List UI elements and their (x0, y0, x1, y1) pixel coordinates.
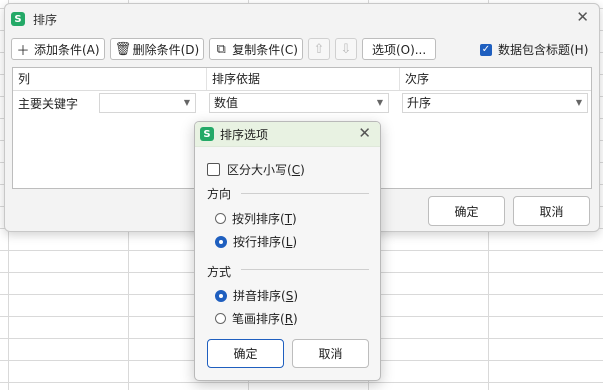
arrow-up-icon: ⇧ (313, 41, 325, 57)
direction-divider (241, 193, 369, 194)
copy-condition-label: 复制条件(C) (232, 42, 298, 57)
sort-by-column-key: T (284, 212, 293, 226)
arrow-down-icon: ⇩ (340, 41, 352, 57)
pinyin-sort-end: ) (293, 289, 298, 303)
stroke-sort-text: 笔画排序( (232, 312, 285, 326)
case-label-text: 区分大小写( (227, 163, 292, 177)
copy-condition-button[interactable]: ⧉ 复制条件(C) (209, 38, 303, 60)
case-sensitive-label: 区分大小写(C) (227, 161, 305, 178)
sort-options-titlebar: S 排序选项 ✕ (195, 122, 380, 147)
options-cancel-label: 取消 (318, 347, 343, 361)
ok-label: 确定 (454, 204, 479, 219)
order-select[interactable]: 升序 ▼ (402, 93, 588, 113)
chevron-down-icon: ▼ (575, 98, 582, 107)
header-checkbox-label: 数据包含标题(H) (498, 43, 589, 57)
column-header-order: 次序 (399, 68, 591, 90)
delete-condition-label: 删除条件(D) (132, 42, 200, 57)
stroke-sort-end: ) (293, 312, 298, 326)
options-cancel-button[interactable]: 取消 (292, 339, 369, 368)
copy-icon: ⧉ (216, 41, 226, 57)
sort-by-column-end: ) (292, 212, 297, 226)
stroke-sort-key: R (284, 312, 294, 326)
options-ok-label: 确定 (233, 347, 258, 361)
options-ok-button[interactable]: 确定 (207, 339, 284, 368)
move-up-button[interactable]: ⇧ (307, 38, 330, 60)
trash-icon: 🗑 (114, 41, 132, 57)
table-row: 主要关键字 ▼ 数值 ▼ 升序 ▼ (13, 91, 591, 115)
app-logo-icon: S (11, 12, 25, 26)
sort-by-column-option[interactable]: 按列排序(T) (215, 210, 297, 227)
header-checkbox[interactable]: ✓ (480, 43, 492, 56)
stroke-sort-radio[interactable] (215, 313, 226, 324)
cancel-label: 取消 (539, 204, 564, 219)
sort-toolbar: ＋ 添加条件(A) 🗑 删除条件(D) ⧉ 复制条件(C) ⇧ ⇩ 选项(O).… (11, 37, 441, 61)
pinyin-sort-radio[interactable] (215, 289, 227, 302)
case-sensitive-row[interactable]: 区分大小写(C) (207, 161, 305, 178)
sort-by-row-label: 按行排序(L) (233, 233, 297, 250)
sort-options-title: 排序选项 (220, 127, 269, 142)
cancel-button[interactable]: 取消 (513, 196, 590, 226)
order-value: 升序 (407, 96, 432, 110)
primary-key-label: 主要关键字 (18, 96, 79, 111)
stroke-sort-option[interactable]: 笔画排序(R) (215, 310, 298, 327)
direction-section-title: 方向 (207, 187, 232, 201)
sort-dialog-titlebar: S 排序 (11, 9, 57, 29)
case-accel-key: C (291, 163, 301, 177)
sort-by-row-end: ) (292, 235, 298, 249)
pinyin-sort-option[interactable]: 拼音排序(S) (215, 287, 298, 304)
pinyin-sort-text: 拼音排序( (233, 289, 286, 303)
chevron-down-icon: ▼ (376, 98, 383, 107)
add-condition-button[interactable]: ＋ 添加条件(A) (11, 38, 105, 60)
pinyin-sort-label: 拼音排序(S) (233, 287, 298, 304)
case-label-end: ) (300, 163, 305, 177)
close-icon[interactable]: ✕ (358, 124, 371, 142)
app-logo-icon: S (200, 127, 214, 141)
sort-by-row-option[interactable]: 按行排序(L) (215, 233, 297, 250)
ok-button[interactable]: 确定 (428, 196, 505, 226)
column-select[interactable]: ▼ (99, 93, 196, 113)
sort-on-select[interactable]: 数值 ▼ (209, 93, 389, 113)
chevron-down-icon: ▼ (183, 98, 190, 107)
stroke-sort-label: 笔画排序(R) (232, 310, 298, 327)
sort-on-value: 数值 (214, 96, 239, 110)
close-icon[interactable]: ✕ (576, 8, 589, 26)
method-divider (241, 269, 369, 270)
case-sensitive-checkbox[interactable] (207, 163, 220, 176)
delete-condition-button[interactable]: 🗑 删除条件(D) (109, 38, 205, 60)
method-section-title: 方式 (207, 265, 232, 279)
sort-by-column-text: 按列排序( (232, 212, 285, 226)
move-down-button[interactable]: ⇩ (334, 38, 357, 60)
sort-by-row-radio[interactable] (215, 235, 227, 248)
sort-dialog-title: 排序 (33, 12, 58, 27)
sort-by-row-text: 按行排序( (233, 235, 286, 249)
sort-by-column-radio[interactable] (215, 213, 226, 224)
sort-by-column-label: 按列排序(T) (232, 210, 297, 227)
sort-options-dialog: S 排序选项 ✕ 区分大小写(C) 方向 按列排序(T) 按行排序(L) 方式 … (194, 121, 381, 381)
add-condition-label: 添加条件(A) (34, 42, 100, 57)
table-header: 列 排序依据 次序 (13, 68, 591, 91)
options-button[interactable]: 选项(O)... (361, 38, 437, 60)
plus-icon: ＋ (16, 43, 30, 59)
column-header-sort-on: 排序依据 (206, 68, 399, 90)
options-label: 选项(O)... (371, 42, 427, 57)
header-checkbox-row[interactable]: ✓ 数据包含标题(H) (480, 41, 588, 58)
column-header-column: 列 (18, 72, 31, 86)
